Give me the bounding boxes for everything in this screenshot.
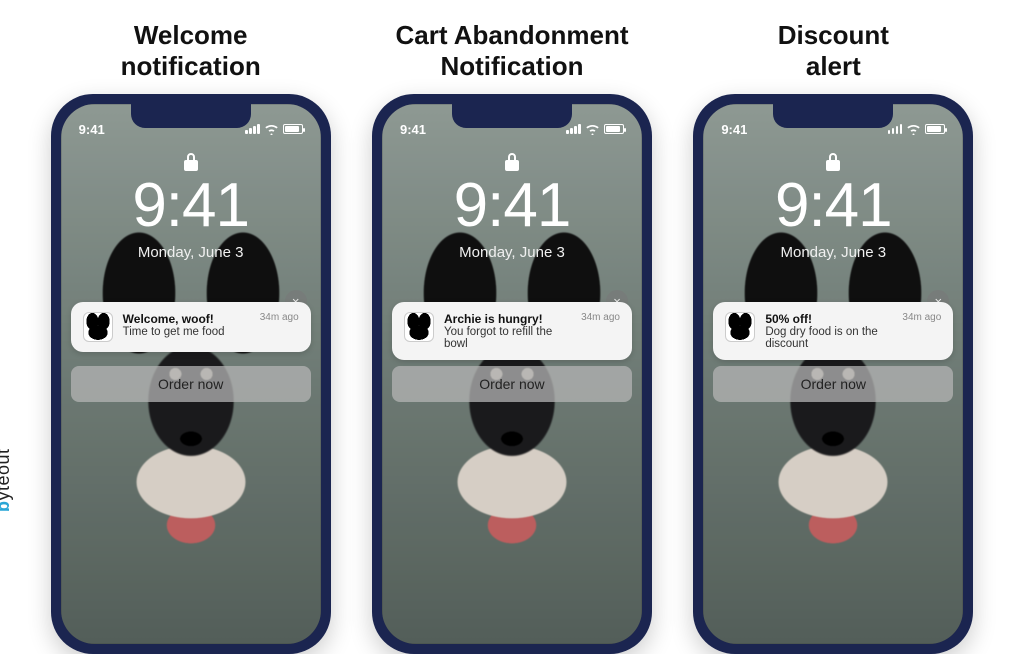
order-now-button[interactable]: Order now	[713, 366, 953, 402]
notification-time: 34m ago	[581, 312, 620, 323]
phone-notch	[452, 104, 572, 128]
heading-discount: Discount alert	[673, 20, 994, 82]
phone-notch	[773, 104, 893, 128]
order-now-button[interactable]: Order now	[71, 366, 311, 402]
status-icons	[888, 124, 946, 135]
heading-cart-abandonment: Cart Abandonment Notification	[351, 20, 672, 82]
heading-welcome: Welcome notification	[30, 20, 351, 82]
phone-notch	[131, 104, 251, 128]
notification-card[interactable]: Welcome, woof! Time to get me food 34m a…	[71, 302, 311, 352]
brand-text: yteout	[0, 448, 13, 500]
app-icon	[83, 312, 113, 342]
lockscreen-time: 9:41	[703, 170, 963, 241]
status-icons	[245, 124, 303, 135]
wifi-icon	[585, 124, 600, 135]
app-icon	[404, 312, 434, 342]
signal-icon	[245, 124, 260, 134]
phone-screen: 9:41 9:41 Monday, June 3 × Archie is hun…	[382, 104, 642, 644]
phone-mockup: 9:41 9:41 Monday, June 3 × Archie is hun…	[372, 94, 652, 654]
app-icon	[725, 312, 755, 342]
lockscreen-date: Monday, June 3	[703, 244, 963, 261]
wifi-icon	[264, 124, 279, 135]
notification-time: 34m ago	[902, 312, 941, 323]
notification-title: 50% off!	[765, 312, 892, 326]
notification-message: You forgot to refill the bowl	[444, 326, 571, 350]
status-time: 9:41	[721, 122, 747, 137]
phone-screen: 9:41 9:41 Monday, June 3 × Welcome, woof…	[61, 104, 321, 644]
notification-title: Archie is hungry!	[444, 312, 571, 326]
status-time: 9:41	[79, 122, 105, 137]
notification-message: Time to get me food	[123, 326, 250, 338]
signal-icon	[566, 124, 581, 134]
lockscreen-date: Monday, June 3	[61, 244, 321, 261]
phone-mockup: 9:41 9:41 Monday, June 3 × 50% off! Dog …	[693, 94, 973, 654]
lockscreen-time: 9:41	[382, 170, 642, 241]
notification-title: Welcome, woof!	[123, 312, 250, 326]
notification-card[interactable]: 50% off! Dog dry food is on the discount…	[713, 302, 953, 360]
notification-card[interactable]: Archie is hungry! You forgot to refill t…	[392, 302, 632, 360]
notification-message: Dog dry food is on the discount	[765, 326, 892, 350]
lockscreen-time: 9:41	[61, 170, 321, 241]
phone-mockup: 9:41 9:41 Monday, June 3 × Welcome, woof…	[51, 94, 331, 654]
notification-time: 34m ago	[260, 312, 299, 323]
lockscreen-date: Monday, June 3	[382, 244, 642, 261]
order-now-button[interactable]: Order now	[392, 366, 632, 402]
status-icons	[566, 124, 624, 135]
phone-screen: 9:41 9:41 Monday, June 3 × 50% off! Dog …	[703, 104, 963, 644]
brand-logo: byteout	[0, 448, 14, 512]
battery-icon	[283, 124, 303, 134]
status-time: 9:41	[400, 122, 426, 137]
wifi-icon	[906, 124, 921, 135]
battery-icon	[925, 124, 945, 134]
battery-icon	[604, 124, 624, 134]
signal-icon	[888, 124, 903, 134]
